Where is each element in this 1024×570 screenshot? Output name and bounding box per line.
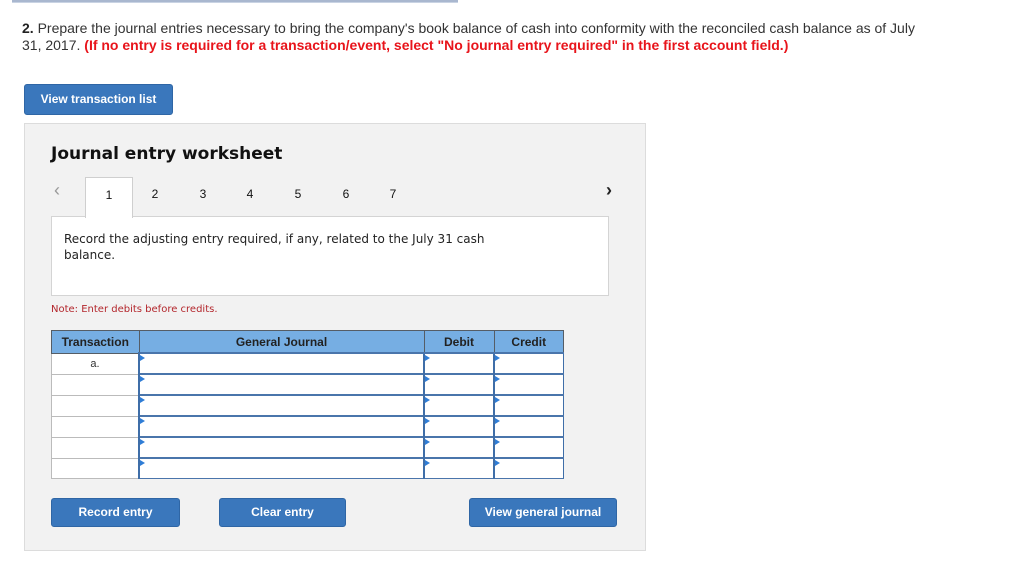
- chevron-right-icon[interactable]: ›: [606, 180, 612, 201]
- tab-7[interactable]: 7: [370, 177, 416, 216]
- journal-entry-worksheet: Journal entry worksheet ‹ 1 2 3 4 5 6 7 …: [24, 123, 646, 551]
- worksheet-title: Journal entry worksheet: [51, 144, 283, 164]
- account-field[interactable]: [138, 436, 425, 459]
- record-entry-button[interactable]: Record entry: [51, 498, 180, 527]
- tab-4[interactable]: 4: [227, 177, 273, 216]
- transaction-cell: [51, 394, 140, 417]
- question-text: 2. Prepare the journal entries necessary…: [22, 20, 922, 54]
- tab-3[interactable]: 3: [180, 177, 226, 216]
- account-field[interactable]: [138, 457, 425, 479]
- view-transaction-list-button[interactable]: View transaction list: [24, 84, 173, 115]
- table-row: [51, 394, 564, 417]
- debit-field[interactable]: [423, 415, 495, 438]
- chevron-left-icon[interactable]: ‹: [54, 180, 60, 201]
- credit-field[interactable]: [493, 352, 564, 375]
- credit-field[interactable]: [493, 373, 564, 396]
- table-row: [51, 373, 564, 396]
- transaction-cell: [51, 436, 140, 459]
- debit-field[interactable]: [423, 436, 495, 459]
- account-field[interactable]: [138, 352, 425, 375]
- tab-6[interactable]: 6: [323, 177, 369, 216]
- debit-field[interactable]: [423, 394, 495, 417]
- credit-field[interactable]: [493, 415, 564, 438]
- top-divider: [12, 0, 458, 3]
- header-debit: Debit: [423, 330, 495, 354]
- credit-field[interactable]: [493, 457, 564, 479]
- transaction-cell: [51, 415, 140, 438]
- tab-2[interactable]: 2: [132, 177, 178, 216]
- debit-credit-note: Note: Enter debits before credits.: [51, 304, 218, 315]
- account-field[interactable]: [138, 415, 425, 438]
- header-credit: Credit: [493, 330, 564, 354]
- table-row: [51, 415, 564, 438]
- prompt-text: Record the adjusting entry required, if …: [64, 232, 485, 262]
- tab-1[interactable]: 1: [85, 177, 133, 218]
- transaction-cell: a.: [51, 352, 140, 375]
- prompt-box: Record the adjusting entry required, if …: [51, 216, 609, 296]
- view-general-journal-button[interactable]: View general journal: [469, 498, 617, 527]
- table-row: [51, 457, 564, 479]
- header-general-journal: General Journal: [138, 330, 425, 354]
- debit-field[interactable]: [423, 457, 495, 479]
- header-transaction: Transaction: [51, 330, 140, 354]
- debit-field[interactable]: [423, 352, 495, 375]
- account-field[interactable]: [138, 373, 425, 396]
- question-instruction: (If no entry is required for a transacti…: [84, 37, 789, 53]
- question-number: 2.: [22, 20, 34, 36]
- credit-field[interactable]: [493, 394, 564, 417]
- transaction-cell: [51, 457, 140, 479]
- journal-table: Transaction General Journal Debit Credit…: [51, 330, 564, 479]
- table-header-row: Transaction General Journal Debit Credit: [51, 330, 564, 354]
- account-field[interactable]: [138, 394, 425, 417]
- tab-5[interactable]: 5: [275, 177, 321, 216]
- debit-field[interactable]: [423, 373, 495, 396]
- credit-field[interactable]: [493, 436, 564, 459]
- clear-entry-button[interactable]: Clear entry: [219, 498, 346, 527]
- transaction-cell: [51, 373, 140, 396]
- table-row: a.: [51, 352, 564, 375]
- table-row: [51, 436, 564, 459]
